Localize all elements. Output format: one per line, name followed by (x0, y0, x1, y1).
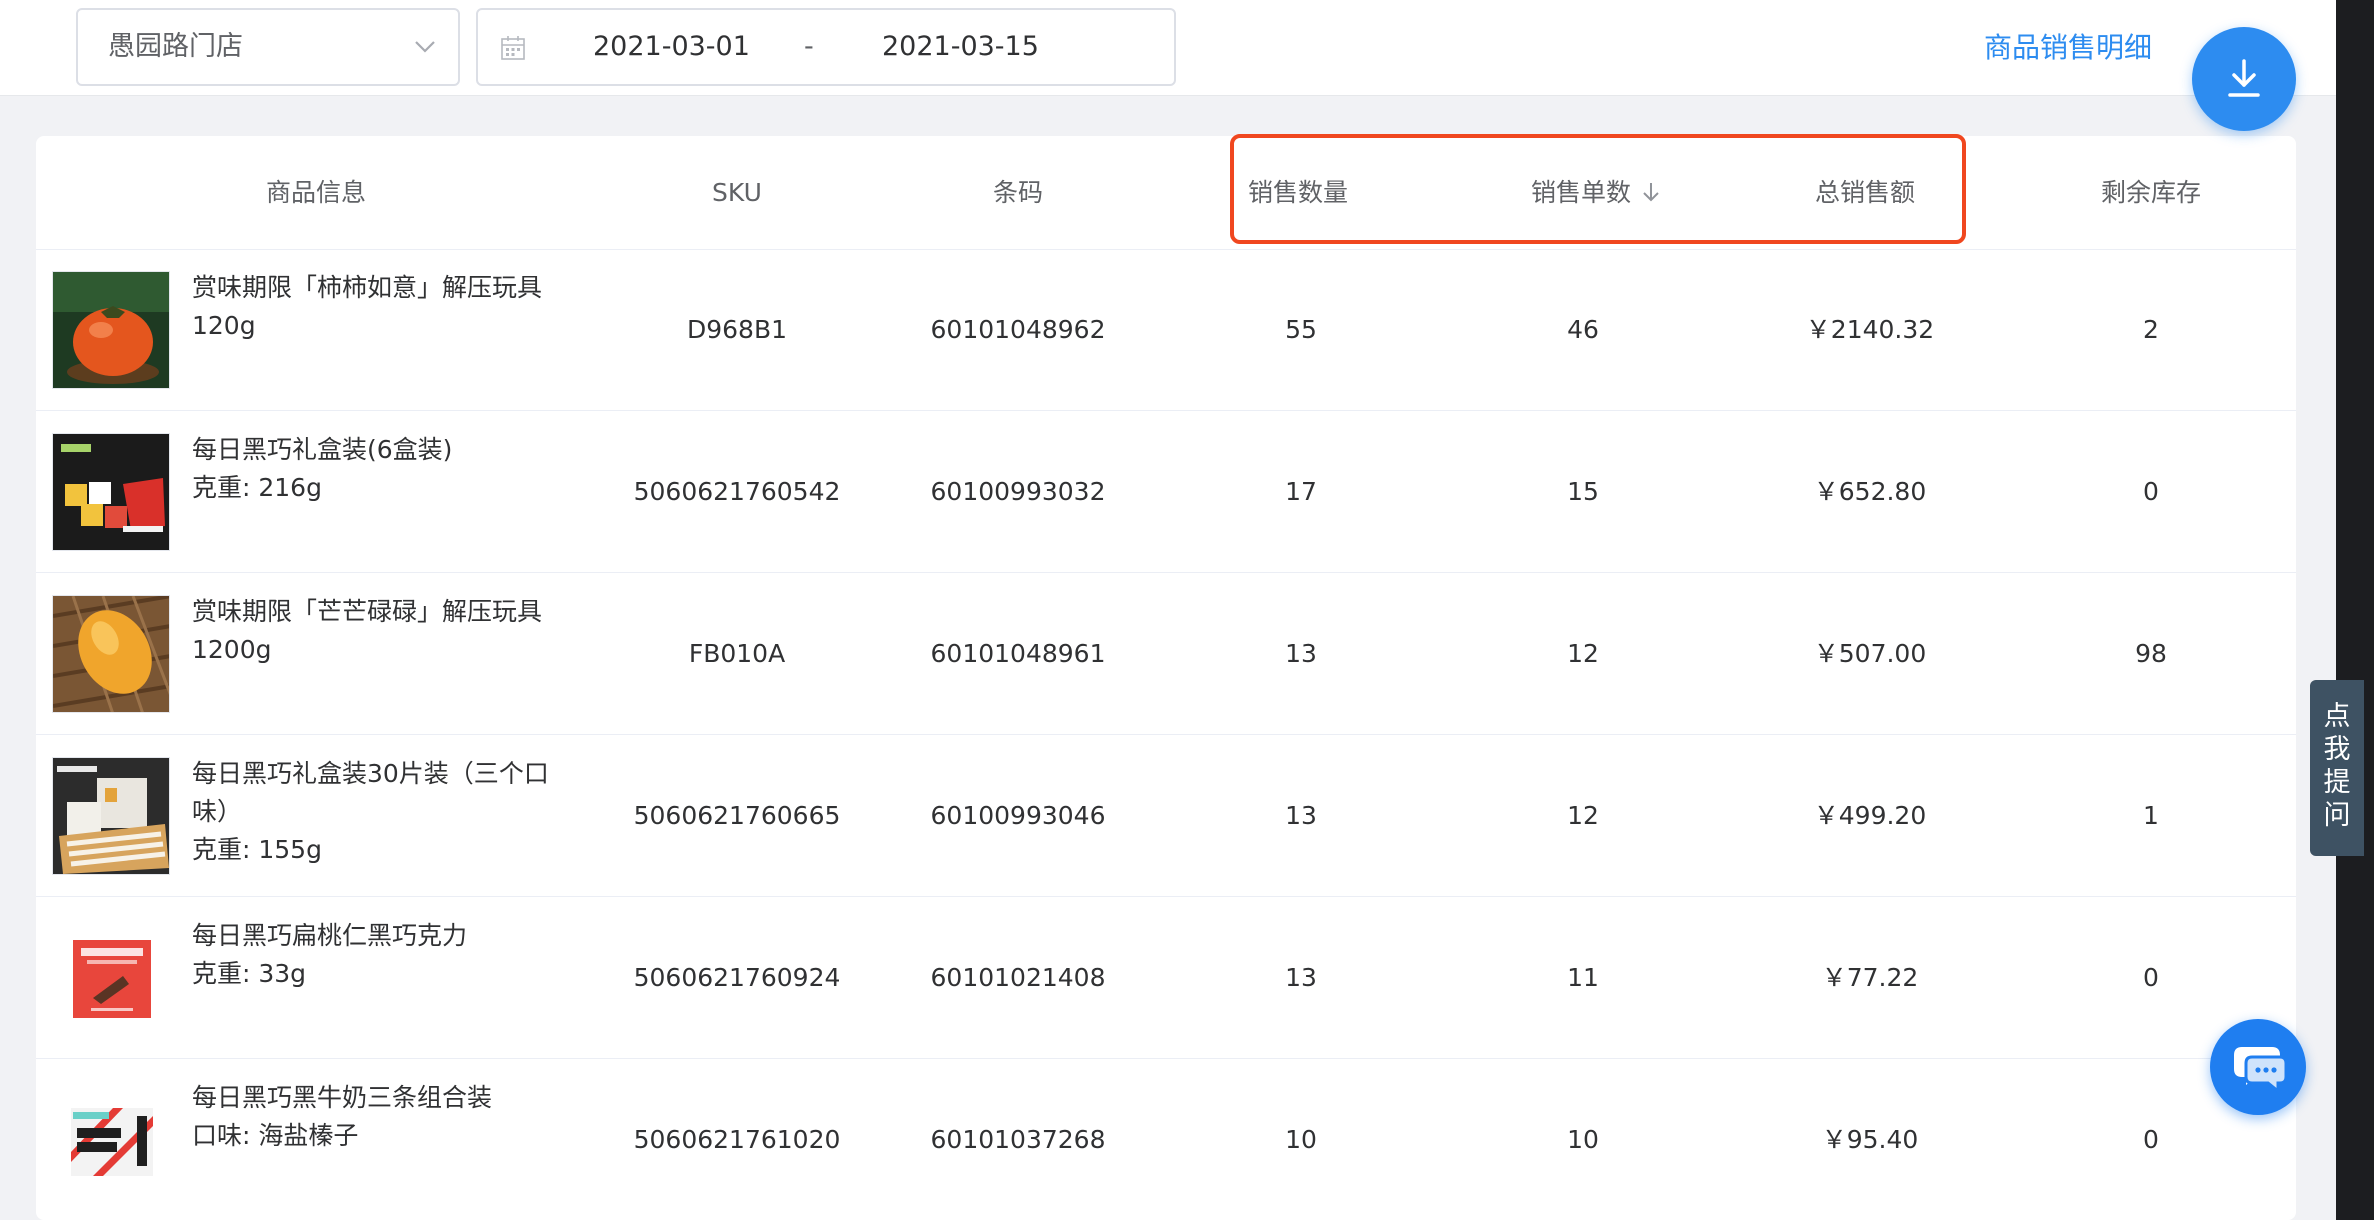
cell-sales-qty: 17 (1285, 477, 1317, 506)
product-info: 每日黑巧礼盒装30片装（三个口 味） 克重: 155g (192, 755, 592, 869)
product-name-cont: 味） (192, 797, 243, 826)
product-thumbnail (52, 1081, 170, 1199)
cell-total-sales: ￥77.22 (1821, 963, 1919, 992)
page: 愚园路门店 2021-03-01 - 2021-03-15 商品销售明细 商品信… (0, 0, 2336, 1220)
product-name: 每日黑巧礼盒装(6盒装) (192, 435, 453, 464)
cell-barcode: 60100993046 (930, 801, 1106, 830)
column-header-total-sales[interactable]: 总销售额 (1815, 136, 1915, 249)
table-row[interactable]: 每日黑巧黑牛奶三条组合装 口味: 海盐榛子 5060621761020 6010… (36, 1059, 2296, 1220)
sales-table: 商品信息 SKU 条码 销售数量 销售单数 总销售额 剩余库存 赏味期限「柿柿如… (36, 136, 2296, 1220)
product-spec: 克重: 216g (192, 473, 322, 502)
product-name: 每日黑巧礼盒装30片装（三个口 (192, 759, 549, 788)
cell-barcode: 60101048962 (930, 315, 1106, 344)
filter-bar: 愚园路门店 2021-03-01 - 2021-03-15 商品销售明细 (0, 0, 2336, 96)
cell-order-count: 46 (1567, 315, 1599, 344)
ask-tab-char: 我 (2323, 734, 2351, 765)
window-edge (2336, 0, 2374, 1220)
ask-question-tab[interactable]: 点 我 提 问 (2310, 680, 2364, 856)
ask-tab-char: 问 (2323, 800, 2351, 831)
cell-sales-qty: 13 (1285, 639, 1317, 668)
product-name: 赏味期限「芒芒碌碌」解压玩具 (192, 597, 543, 626)
product-spec: 口味: 海盐榛子 (192, 1121, 359, 1150)
arrow-down-icon (1643, 183, 1659, 202)
table-row[interactable]: 每日黑巧礼盒装30片装（三个口 味） 克重: 155g 506062176066… (36, 735, 2296, 897)
cell-sku: 5060621761020 (633, 1125, 841, 1154)
product-info: 每日黑巧礼盒装(6盒装) 克重: 216g (192, 431, 592, 507)
column-header-sku: SKU (712, 178, 762, 207)
cell-order-count: 12 (1567, 801, 1599, 830)
column-header-order-count[interactable]: 销售单数 (1531, 136, 1661, 249)
product-thumbnail (52, 919, 170, 1037)
sales-detail-link[interactable]: 商品销售明细 (1984, 0, 2152, 95)
store-select-value: 愚园路门店 (108, 31, 243, 62)
product-info: 赏味期限「柿柿如意」解压玩具 120g (192, 269, 592, 345)
cell-barcode: 60101021408 (930, 963, 1106, 992)
download-icon (2228, 59, 2260, 97)
cell-stock: 2 (2143, 315, 2159, 344)
product-info: 每日黑巧黑牛奶三条组合装 口味: 海盐榛子 (192, 1079, 592, 1155)
cell-sku: D968B1 (686, 315, 788, 344)
cell-sales-qty: 13 (1285, 963, 1317, 992)
product-name: 每日黑巧扁桃仁黑巧克力 (192, 921, 468, 950)
ask-tab-char: 点 (2323, 701, 2351, 732)
column-header-stock: 剩余库存 (2100, 178, 2202, 207)
product-spec: 克重: 33g (192, 959, 307, 988)
product-thumbnail (52, 271, 170, 389)
date-separator: - (804, 31, 814, 62)
cell-sku: 5060621760542 (633, 477, 841, 506)
cell-stock: 0 (2143, 1125, 2159, 1154)
chat-button[interactable] (2210, 1019, 2306, 1115)
cell-total-sales: ￥499.20 (1813, 801, 1927, 830)
chevron-down-icon (415, 41, 435, 53)
product-thumbnail (52, 757, 170, 875)
chat-icon (2234, 1047, 2288, 1095)
cell-sku: FB010A (688, 639, 786, 668)
product-info: 赏味期限「芒芒碌碌」解压玩具 1200g (192, 593, 592, 669)
cell-order-count: 15 (1567, 477, 1599, 506)
cell-total-sales: ￥2140.32 (1805, 315, 1935, 344)
cell-sku: 5060621760924 (633, 963, 841, 992)
cell-barcode: 60100993032 (930, 477, 1106, 506)
column-header-sales-qty[interactable]: 销售数量 (1248, 136, 1348, 249)
table-header: 商品信息 SKU 条码 销售数量 销售单数 总销售额 剩余库存 (36, 136, 2296, 250)
date-range-picker[interactable]: 2021-03-01 - 2021-03-15 (476, 8, 1176, 86)
product-name: 每日黑巧黑牛奶三条组合装 (192, 1083, 493, 1112)
product-spec: 克重: 155g (192, 835, 322, 864)
download-button[interactable] (2192, 27, 2296, 131)
table-row[interactable]: 赏味期限「芒芒碌碌」解压玩具 1200g FB010A 60101048961 … (36, 573, 2296, 735)
table-row[interactable]: 赏味期限「柿柿如意」解压玩具 120g D968B1 60101048962 5… (36, 249, 2296, 411)
cell-stock: 0 (2143, 477, 2159, 506)
product-thumbnail (52, 595, 170, 713)
table-row[interactable]: 每日黑巧礼盒装(6盒装) 克重: 216g 5060621760542 6010… (36, 411, 2296, 573)
cell-total-sales: ￥652.80 (1813, 477, 1927, 506)
calendar-icon (501, 36, 525, 60)
cell-sales-qty: 13 (1285, 801, 1317, 830)
cell-total-sales: ￥507.00 (1813, 639, 1927, 668)
cell-sales-qty: 10 (1285, 1125, 1317, 1154)
column-header-product: 商品信息 (265, 178, 367, 207)
store-select[interactable]: 愚园路门店 (76, 8, 460, 86)
cell-total-sales: ￥95.40 (1821, 1125, 1919, 1154)
ask-tab-char: 提 (2323, 767, 2351, 798)
cell-order-count: 10 (1567, 1125, 1599, 1154)
product-thumbnail (52, 433, 170, 551)
column-header-barcode: 条码 (992, 178, 1044, 207)
cell-stock: 98 (2135, 639, 2167, 668)
cell-sku: 5060621760665 (633, 801, 841, 830)
cell-order-count: 11 (1567, 963, 1599, 992)
cell-sales-qty: 55 (1285, 315, 1317, 344)
cell-order-count: 12 (1567, 639, 1599, 668)
cell-stock: 1 (2143, 801, 2159, 830)
column-header-order-count-label: 销售单数 (1530, 178, 1632, 207)
product-name: 赏味期限「柿柿如意」解压玩具 (192, 273, 543, 302)
start-date-input[interactable]: 2021-03-01 (593, 10, 750, 84)
product-spec: 120g (192, 311, 256, 340)
cell-stock: 0 (2143, 963, 2159, 992)
cell-barcode: 60101037268 (930, 1125, 1106, 1154)
cell-barcode: 60101048961 (930, 639, 1106, 668)
table-row[interactable]: 每日黑巧扁桃仁黑巧克力 克重: 33g 5060621760924 601010… (36, 897, 2296, 1059)
product-spec: 1200g (192, 635, 272, 664)
end-date-input[interactable]: 2021-03-15 (882, 10, 1039, 84)
product-info: 每日黑巧扁桃仁黑巧克力 克重: 33g (192, 917, 592, 993)
